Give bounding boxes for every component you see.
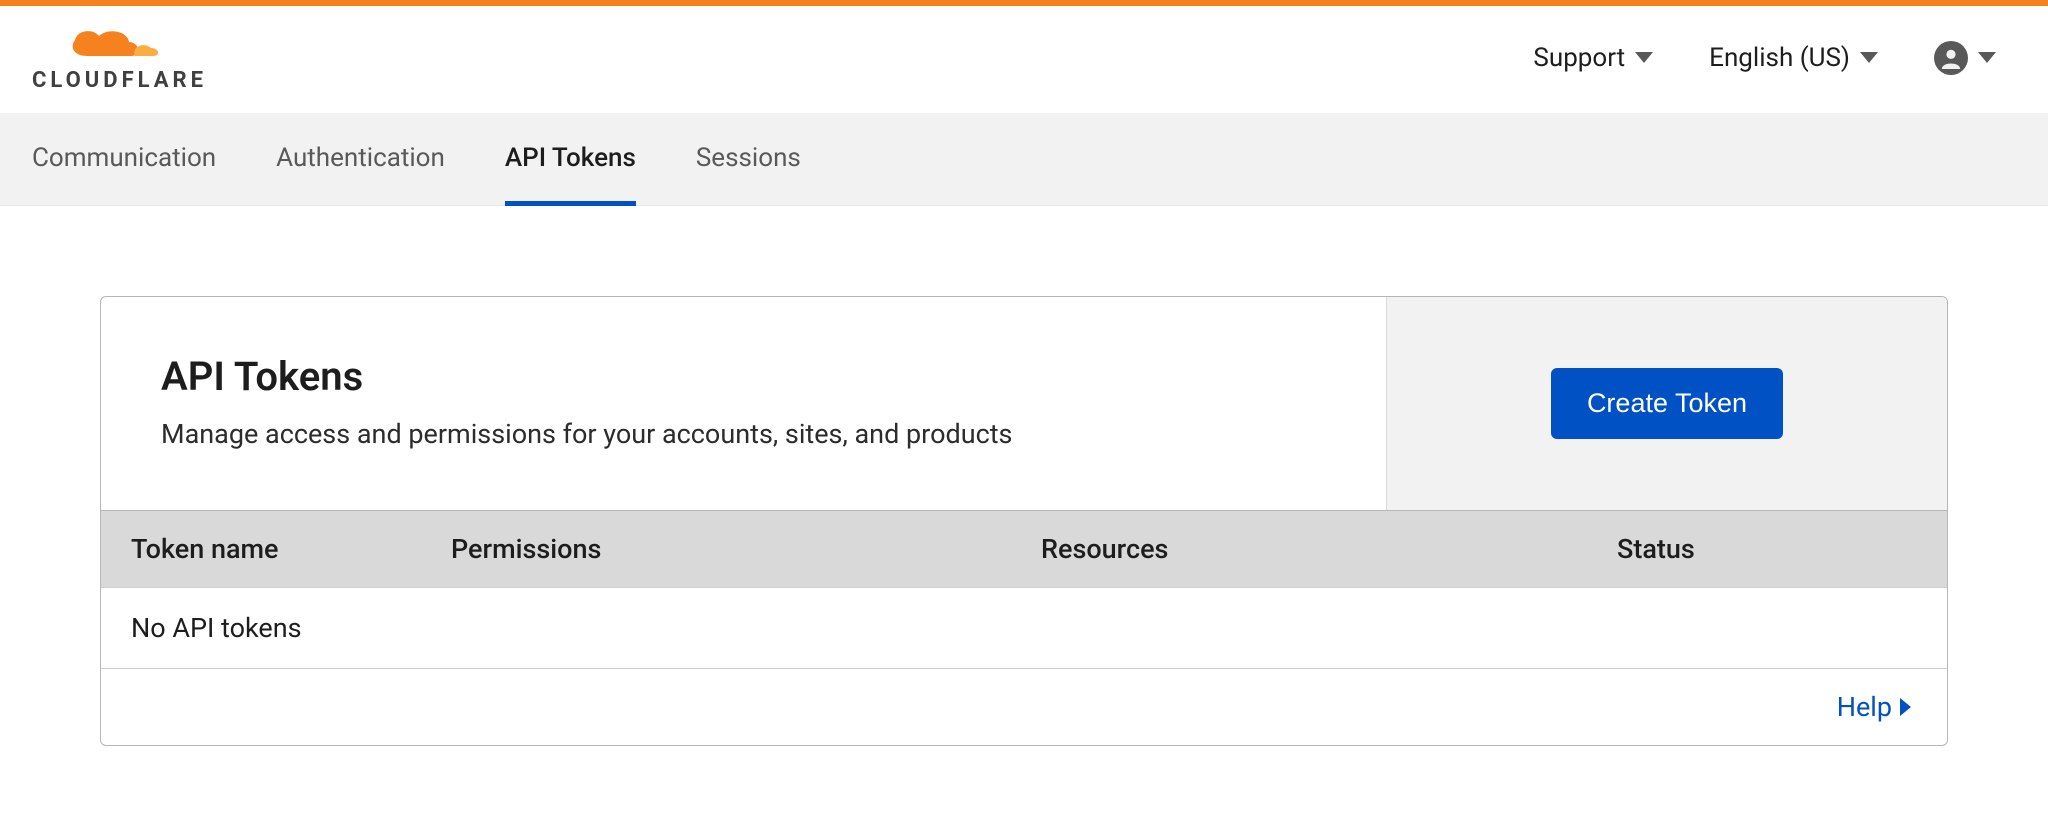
column-header-resources: Resources: [1041, 533, 1617, 565]
tab-authentication[interactable]: Authentication: [276, 113, 445, 206]
main-content: API Tokens Manage access and permissions…: [0, 206, 2048, 786]
page-subtitle: Manage access and permissions for your a…: [161, 418, 1326, 450]
tab-communication[interactable]: Communication: [32, 113, 216, 206]
card-heading: API Tokens Manage access and permissions…: [101, 297, 1387, 510]
tab-label: Sessions: [696, 143, 801, 173]
help-link[interactable]: Help: [1837, 691, 1911, 723]
page-title: API Tokens: [161, 353, 1326, 400]
card-header-row: API Tokens Manage access and permissions…: [101, 297, 1947, 510]
help-label: Help: [1837, 691, 1892, 723]
brand-logo[interactable]: CLOUDFLARE: [32, 22, 207, 93]
chevron-down-icon: [1635, 52, 1653, 63]
language-label: English (US): [1709, 43, 1850, 73]
tokens-table-header: Token name Permissions Resources Status: [101, 510, 1947, 587]
tab-label: Communication: [32, 143, 216, 173]
chevron-right-icon: [1900, 698, 1911, 716]
column-header-status: Status: [1617, 533, 1917, 565]
empty-state-message: No API tokens: [131, 612, 302, 644]
cloudflare-logo-icon: [65, 22, 175, 62]
header-controls: Support English (US): [1533, 41, 2016, 75]
tab-label: API Tokens: [505, 143, 636, 173]
user-avatar-icon: [1934, 41, 1968, 75]
chevron-down-icon: [1978, 52, 1996, 63]
column-header-token-name: Token name: [131, 533, 451, 565]
profile-tabs: Communication Authentication API Tokens …: [0, 113, 2048, 206]
column-header-permissions: Permissions: [451, 533, 1041, 565]
card-action-area: Create Token: [1387, 297, 1947, 510]
global-header: CLOUDFLARE Support English (US): [0, 6, 2048, 113]
language-menu[interactable]: English (US): [1709, 43, 1878, 73]
card-footer: Help: [101, 668, 1947, 745]
chevron-down-icon: [1860, 52, 1878, 63]
api-tokens-card: API Tokens Manage access and permissions…: [100, 296, 1948, 746]
tab-sessions[interactable]: Sessions: [696, 113, 801, 206]
tab-label: Authentication: [276, 143, 445, 173]
user-menu[interactable]: [1934, 41, 1996, 75]
create-token-button[interactable]: Create Token: [1551, 368, 1783, 439]
tab-api-tokens[interactable]: API Tokens: [505, 113, 636, 206]
support-label: Support: [1533, 43, 1625, 73]
brand-name: CLOUDFLARE: [32, 68, 207, 93]
tokens-table-body: No API tokens: [101, 587, 1947, 668]
support-menu[interactable]: Support: [1533, 43, 1653, 73]
